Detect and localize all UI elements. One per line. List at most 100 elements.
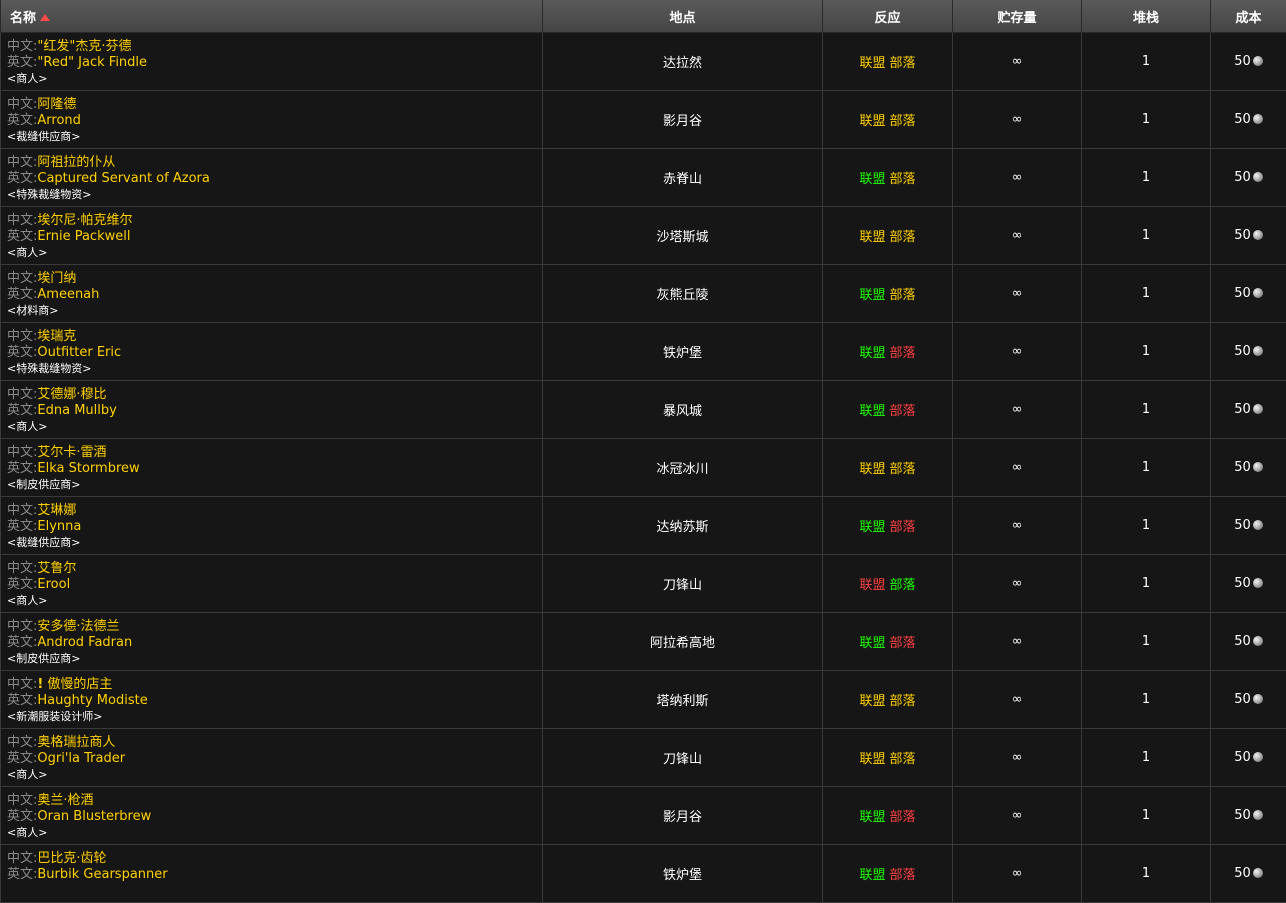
english-name-line: 英文:Arrond xyxy=(7,113,542,129)
vendor-name-en-link[interactable]: Edna Mullby xyxy=(37,403,116,418)
location-link[interactable]: 影月谷 xyxy=(663,810,702,825)
name-column-header[interactable]: 名称 xyxy=(1,0,543,33)
table-row[interactable]: 中文:阿祖拉的仆从英文:Captured Servant of Azora<特殊… xyxy=(1,149,1286,207)
vendor-name-en-link[interactable]: "Red" Jack Findle xyxy=(37,55,147,70)
vendor-title: <商人> xyxy=(7,767,542,783)
location-link[interactable]: 影月谷 xyxy=(663,114,702,129)
stack-header-label: 堆栈 xyxy=(1133,11,1159,26)
stock-value: ∞ xyxy=(1012,808,1023,823)
vendor-title: <商人> xyxy=(7,71,542,87)
location-link[interactable]: 冰冠冰川 xyxy=(656,462,708,477)
vendor-name-zh-link[interactable]: 埃尔尼·帕克维尔 xyxy=(37,213,132,228)
english-name-line: 英文:Ogri'la Trader xyxy=(7,751,542,767)
location-link[interactable]: 达拉然 xyxy=(663,56,702,71)
location-link[interactable]: 刀锋山 xyxy=(663,578,702,593)
table-row[interactable]: 中文:!傲慢的店主英文:Haughty Modiste<新潮服装设计师>塔纳利斯… xyxy=(1,671,1286,729)
vendor-name-zh-link[interactable]: 阿祖拉的仆从 xyxy=(37,155,115,170)
vendor-name-en-link[interactable]: Elka Stormbrew xyxy=(37,461,139,476)
vendor-name-zh-link[interactable]: 傲慢的店主 xyxy=(47,677,112,692)
cost-value: 50 xyxy=(1234,54,1251,69)
vendor-name-zh-link[interactable]: 阿隆德 xyxy=(37,97,76,112)
table-row[interactable]: 中文:埃瑞克英文:Outfitter Eric<特殊裁缝物资>铁炉堡联盟部落∞1… xyxy=(1,323,1286,381)
quest-exclamation-icon: ! xyxy=(37,677,43,692)
table-row[interactable]: 中文:艾尔卡·雷酒英文:Elka Stormbrew<制皮供应商>冰冠冰川联盟部… xyxy=(1,439,1286,497)
stack-column-header[interactable]: 堆栈 xyxy=(1082,0,1211,33)
vendor-title: <商人> xyxy=(7,593,542,609)
stack-value: 1 xyxy=(1142,518,1150,533)
english-name-line: 英文:Outfitter Eric xyxy=(7,345,542,361)
vendor-name-zh-link[interactable]: 埃瑞克 xyxy=(37,329,76,344)
location-link[interactable]: 赤脊山 xyxy=(663,172,702,187)
vendor-name-en-link[interactable]: Burbik Gearspanner xyxy=(37,867,167,882)
table-row[interactable]: 中文:艾鲁尔英文:Erool<商人>刀锋山联盟部落∞150 xyxy=(1,555,1286,613)
vendor-name-zh-link[interactable]: "红发"杰克·芬德 xyxy=(37,39,131,54)
horde-reaction: 部落 xyxy=(890,810,916,825)
vendor-name-en-link[interactable]: Captured Servant of Azora xyxy=(37,171,209,186)
vendor-name-en-link[interactable]: Arrond xyxy=(37,113,81,128)
vendor-name-zh-link[interactable]: 艾琳娜 xyxy=(37,503,76,518)
table-row[interactable]: 中文:巴比克·齿轮英文:Burbik Gearspanner铁炉堡联盟部落∞15… xyxy=(1,845,1286,903)
vendor-name-zh-link[interactable]: 艾尔卡·雷酒 xyxy=(37,445,106,460)
table-row[interactable]: 中文:艾德娜·穆比英文:Edna Mullby<商人>暴风城联盟部落∞150 xyxy=(1,381,1286,439)
vendor-name-zh-link[interactable]: 奥格瑞拉商人 xyxy=(37,735,115,750)
stock-cell: ∞ xyxy=(953,381,1082,439)
location-link[interactable]: 刀锋山 xyxy=(663,752,702,767)
cost-column-header[interactable]: 成本 xyxy=(1211,0,1286,33)
chinese-name-line: 中文:!傲慢的店主 xyxy=(7,677,542,693)
cost-cell: 50 xyxy=(1211,265,1286,323)
silver-coin-icon xyxy=(1253,868,1263,878)
stock-column-header[interactable]: 贮存量 xyxy=(953,0,1082,33)
horde-reaction: 部落 xyxy=(890,752,916,767)
vendor-name-en-link[interactable]: Ameenah xyxy=(37,287,99,302)
vendor-name-en-link[interactable]: Ernie Packwell xyxy=(37,229,130,244)
table-row[interactable]: 中文:安多德·法德兰英文:Androd Fadran<制皮供应商>阿拉希高地联盟… xyxy=(1,613,1286,671)
horde-reaction: 部落 xyxy=(890,172,916,187)
location-cell: 刀锋山 xyxy=(543,729,823,787)
cost-cell: 50 xyxy=(1211,91,1286,149)
stock-value: ∞ xyxy=(1012,286,1023,301)
vendor-name-zh-link[interactable]: 艾德娜·穆比 xyxy=(37,387,106,402)
location-link[interactable]: 铁炉堡 xyxy=(663,346,702,361)
horde-reaction: 部落 xyxy=(890,694,916,709)
stock-value: ∞ xyxy=(1012,866,1023,881)
table-row[interactable]: 中文:埃门纳英文:Ameenah<材料商>灰熊丘陵联盟部落∞150 xyxy=(1,265,1286,323)
vendor-name-zh-link[interactable]: 巴比克·齿轮 xyxy=(37,851,106,866)
location-link[interactable]: 铁炉堡 xyxy=(663,868,702,883)
react-column-header[interactable]: 反应 xyxy=(823,0,953,33)
vendor-name-en-link[interactable]: Erool xyxy=(37,577,70,592)
location-link[interactable]: 达纳苏斯 xyxy=(656,520,708,535)
location-column-header[interactable]: 地点 xyxy=(543,0,823,33)
stack-value: 1 xyxy=(1142,228,1150,243)
stock-cell: ∞ xyxy=(953,207,1082,265)
vendor-name-zh-link[interactable]: 奥兰·枪酒 xyxy=(37,793,93,808)
location-link[interactable]: 阿拉希高地 xyxy=(650,636,715,651)
table-row[interactable]: 中文:奥兰·枪酒英文:Oran Blusterbrew<商人>影月谷联盟部落∞1… xyxy=(1,787,1286,845)
table-row[interactable]: 中文:"红发"杰克·芬德英文:"Red" Jack Findle<商人>达拉然联… xyxy=(1,33,1286,91)
vendor-name-zh-link[interactable]: 安多德·法德兰 xyxy=(37,619,119,634)
location-link[interactable]: 沙塔斯城 xyxy=(656,230,708,245)
english-name-line: 英文:Androd Fadran xyxy=(7,635,542,651)
vendor-name-en-link[interactable]: Elynna xyxy=(37,519,81,534)
vendor-name-en-link[interactable]: Ogri'la Trader xyxy=(37,751,125,766)
vendor-name-zh-link[interactable]: 艾鲁尔 xyxy=(37,561,76,576)
stock-cell: ∞ xyxy=(953,33,1082,91)
table-row[interactable]: 中文:阿隆德英文:Arrond<裁缝供应商>影月谷联盟部落∞150 xyxy=(1,91,1286,149)
location-link[interactable]: 塔纳利斯 xyxy=(656,694,708,709)
vendor-name-en-link[interactable]: Haughty Modiste xyxy=(37,693,147,708)
cost-cell: 50 xyxy=(1211,439,1286,497)
location-cell: 塔纳利斯 xyxy=(543,671,823,729)
vendor-name-en-link[interactable]: Oran Blusterbrew xyxy=(37,809,151,824)
table-row[interactable]: 中文:奥格瑞拉商人英文:Ogri'la Trader<商人>刀锋山联盟部落∞15… xyxy=(1,729,1286,787)
vendor-name-en-link[interactable]: Outfitter Eric xyxy=(37,345,121,360)
location-link[interactable]: 暴风城 xyxy=(663,404,702,419)
table-row[interactable]: 中文:埃尔尼·帕克维尔英文:Ernie Packwell<商人>沙塔斯城联盟部落… xyxy=(1,207,1286,265)
location-link[interactable]: 灰熊丘陵 xyxy=(656,288,708,303)
english-prefix: 英文: xyxy=(7,809,37,824)
stock-cell: ∞ xyxy=(953,729,1082,787)
vendor-title: <特殊裁缝物资> xyxy=(7,187,542,203)
vendor-name-zh-link[interactable]: 埃门纳 xyxy=(37,271,76,286)
name-cell: 中文:艾尔卡·雷酒英文:Elka Stormbrew<制皮供应商> xyxy=(1,439,543,497)
table-row[interactable]: 中文:艾琳娜英文:Elynna<裁缝供应商>达纳苏斯联盟部落∞150 xyxy=(1,497,1286,555)
vendor-name-en-link[interactable]: Androd Fadran xyxy=(37,635,132,650)
stack-value: 1 xyxy=(1142,344,1150,359)
